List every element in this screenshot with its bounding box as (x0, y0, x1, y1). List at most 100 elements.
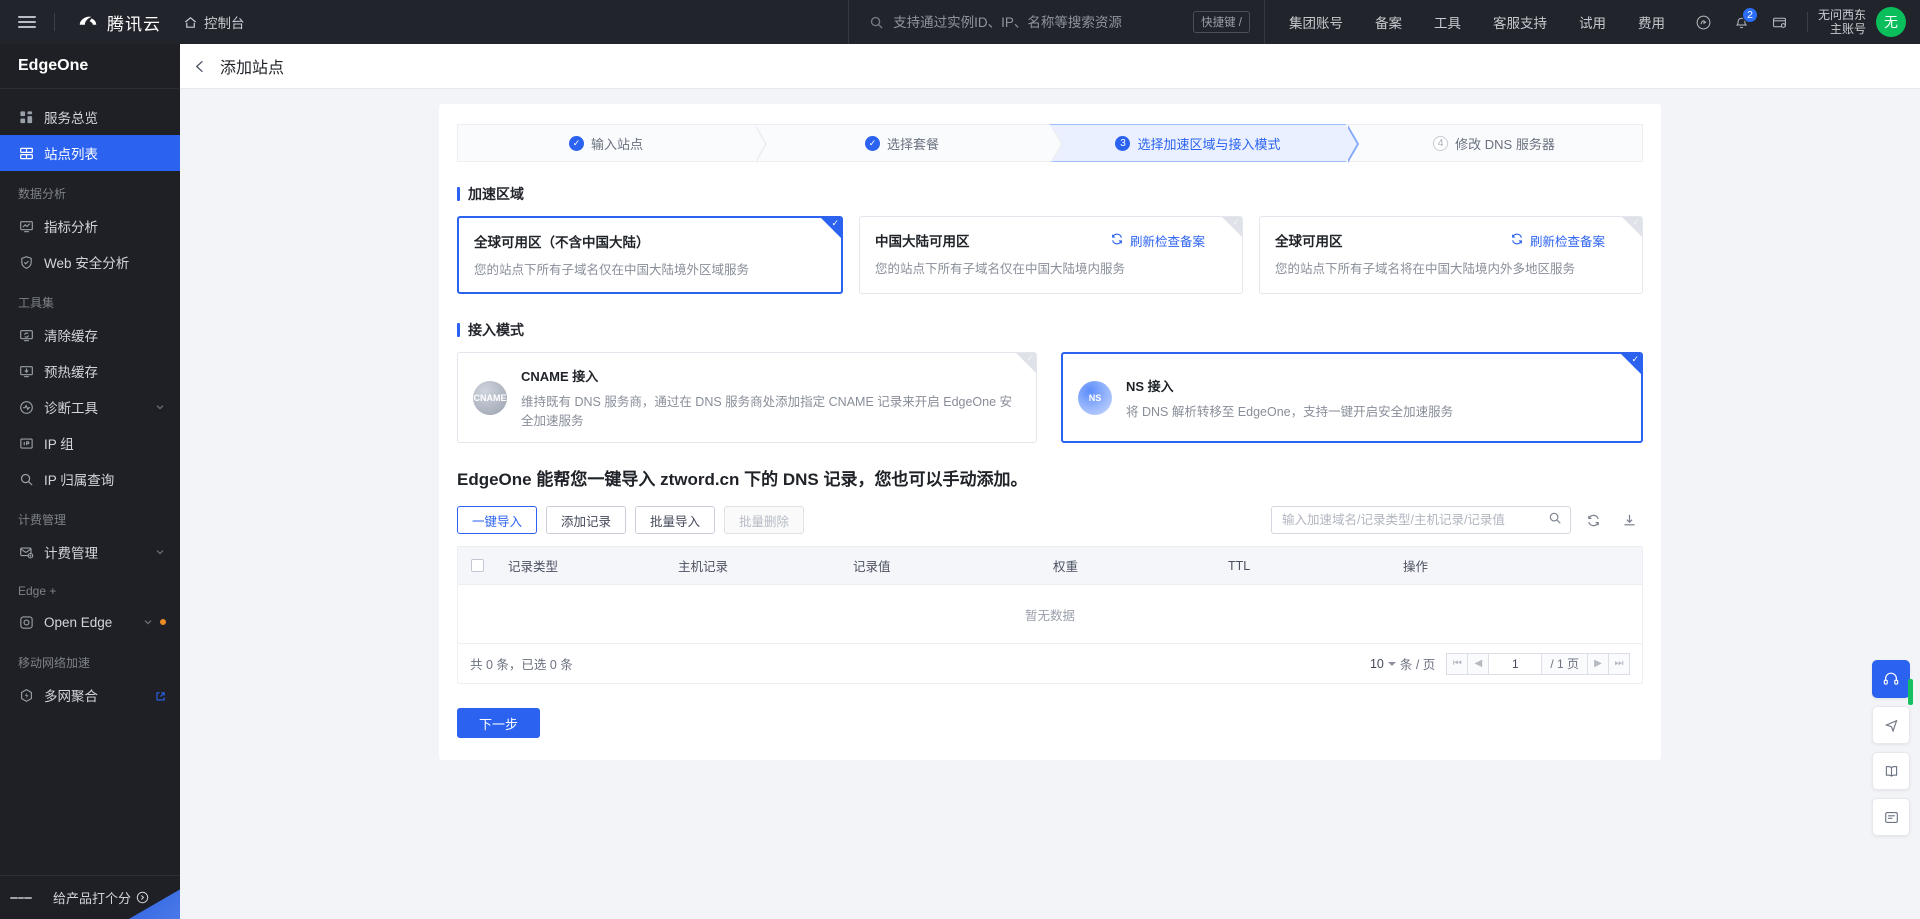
region-card-desc: 您的站点下所有子域名仅在中国大陆境外区域服务 (474, 263, 750, 277)
region-section-title: 加速区域 (457, 184, 1643, 204)
check-icon: ✓ (1026, 353, 1034, 363)
sidebar-item-service-overview[interactable]: 服务总览 (0, 99, 180, 135)
hotkey-hint[interactable]: 快捷键 / (1193, 11, 1250, 33)
refresh-icon[interactable] (1579, 506, 1607, 534)
brand-name: 腾讯云 (107, 14, 161, 34)
wizard-actions: 下一步 (457, 708, 1643, 738)
column-weight: 权重 (1053, 560, 1079, 574)
step-label: 选择套餐 (886, 136, 939, 152)
console-link[interactable]: 控制台 (173, 12, 255, 32)
docs-icon[interactable] (1872, 752, 1910, 790)
nav-tools[interactable]: 工具 (1418, 12, 1477, 32)
next-step-button[interactable]: 下一步 (457, 708, 541, 738)
refresh-icp-check-button[interactable]: 刷新检查备案 (1110, 231, 1205, 250)
global-search[interactable] (869, 14, 1189, 30)
rate-product-button[interactable]: 给产品打个分 (32, 888, 170, 907)
sidebar-item-site-list[interactable]: 站点列表 (0, 135, 180, 171)
user-menu[interactable]: 无问西东 主账号 无 (1818, 7, 1920, 37)
one-click-import-button[interactable]: 一键导入 (457, 506, 538, 534)
sidebar-item-label: 服务总览 (44, 111, 98, 126)
mode-card-ns[interactable]: ✓ NS NS 接入 将 DNS 解析转移至 EdgeOne，支持一键开启安全加… (1061, 352, 1643, 443)
add-record-button[interactable]: 添加记录 (546, 506, 627, 534)
card-settings-icon[interactable] (1763, 5, 1797, 39)
nav-support[interactable]: 客服支持 (1477, 12, 1563, 32)
step-modify-dns[interactable]: 4 修改 DNS 服务器 (1346, 124, 1643, 162)
sidebar-item-multi-network[interactable]: 多网聚合 (0, 677, 180, 713)
sidebar-group-mobile-acceleration: 移动网络加速 (18, 656, 91, 670)
prefetch-cache-icon (18, 363, 34, 379)
bell-icon[interactable]: 2 (1725, 5, 1759, 39)
dns-records-table: 记录类型 主机记录 记录值 权重 TTL 操作 暂无数据 共 0 条，已选 0 … (457, 546, 1643, 684)
current-page-input[interactable]: 1 (1488, 652, 1543, 675)
sites-icon (18, 145, 34, 161)
check-icon: ✓ (568, 135, 584, 151)
add-site-card: ✓ 输入站点 ✓ 选择套餐 3 选择加速区域与接入模式 4 修改 DNS 服务器… (439, 104, 1661, 760)
refresh-icp-label: 刷新检查备案 (1529, 234, 1605, 249)
dns-search-box[interactable] (1271, 506, 1571, 534)
sidebar-item-billing-management[interactable]: 计费管理 (0, 534, 180, 570)
ns-badge-icon: NS (1078, 380, 1112, 415)
first-page-icon[interactable]: ⏮ (1446, 652, 1469, 675)
check-icon: ✓ (864, 135, 880, 151)
download-icon[interactable] (1615, 506, 1643, 534)
mode-options: ✓ CNAME CNAME 接入 维持既有 DNS 服务商，通过在 DNS 服务… (457, 352, 1643, 443)
region-card-desc: 您的站点下所有子域名仅在中国大陆境内服务 (875, 262, 1126, 276)
region-card-global-excl-cn[interactable]: ✓ 全球可用区（不含中国大陆） 您的站点下所有子域名仅在中国大陆境外区域服务 (457, 216, 843, 294)
chevron-down-icon (154, 546, 166, 558)
step-select-plan[interactable]: ✓ 选择套餐 (754, 124, 1063, 163)
search-icon (18, 471, 34, 487)
mode-section-title: 接入模式 (457, 320, 1643, 340)
notification-badge: 2 (1741, 7, 1758, 23)
avatar[interactable]: 无 (1876, 7, 1906, 37)
mode-card-cname[interactable]: ✓ CNAME CNAME 接入 维持既有 DNS 服务商，通过在 DNS 服务… (457, 352, 1037, 443)
step-select-region-mode[interactable]: 3 选择加速区域与接入模式 (1050, 124, 1359, 163)
support-circle-icon[interactable] (1687, 5, 1721, 39)
last-page-icon[interactable]: ⏭ (1608, 652, 1630, 675)
multi-network-icon (18, 687, 34, 703)
sidebar-item-diagnostic-tools[interactable]: 诊断工具 (0, 389, 180, 425)
dns-toolbar: 一键导入 添加记录 批量导入 批量删除 (457, 506, 1643, 534)
sidebar-item-open-edge[interactable]: Open Edge (0, 604, 180, 640)
batch-import-button[interactable]: 批量导入 (635, 506, 716, 534)
headset-support-icon[interactable] (1872, 660, 1913, 705)
region-card-global[interactable]: ✓ 全球可用区 刷新检查备案 您的站点下所有子域名将在中国大陆境内外多地区服务 (1259, 216, 1643, 294)
brand-logo[interactable]: 腾讯云 (55, 10, 173, 35)
nav-trial[interactable]: 试用 (1563, 12, 1622, 32)
sidebar-list: 服务总览 站点列表 数据分析 指标分析 Web 安全分析 工具集 清除缓存 预热… (0, 89, 180, 713)
dashboard-icon (18, 109, 34, 125)
nav-group-account[interactable]: 集团账号 (1273, 12, 1359, 32)
sidebar-item-metrics[interactable]: 指标分析 (0, 208, 180, 244)
back-arrow-icon[interactable] (180, 44, 220, 89)
page-size-select[interactable]: 10 (1370, 657, 1396, 671)
arrow-right-circle-icon (136, 891, 149, 904)
shield-icon (18, 254, 34, 270)
sidebar-item-ip-lookup[interactable]: IP 归属查询 (0, 461, 180, 497)
dns-import-headline: EdgeOne 能帮您一键导入 ztword.cn 下的 DNS 记录，您也可以… (457, 470, 1028, 489)
nav-billing[interactable]: 费用 (1622, 12, 1681, 32)
dns-search-input[interactable] (1282, 513, 1548, 527)
hamburger-icon[interactable] (0, 0, 54, 44)
sidebar-item-label: 诊断工具 (44, 401, 98, 416)
sidebar-item-purge-cache[interactable]: 清除缓存 (0, 317, 180, 353)
region-card-chinese-mainland[interactable]: ✓ 中国大陆可用区 刷新检查备案 您的站点下所有子域名仅在中国大陆境内服务 (859, 216, 1243, 294)
sidebar-item-label: 站点列表 (44, 147, 98, 162)
sidebar-item-web-security[interactable]: Web 安全分析 (0, 244, 180, 280)
table-header-row: 记录类型 主机记录 记录值 权重 TTL 操作 (458, 547, 1642, 585)
feedback-icon[interactable] (1872, 798, 1910, 836)
collapse-sidebar-icon[interactable] (10, 894, 33, 902)
sidebar-item-label: Web 安全分析 (44, 256, 130, 271)
sidebar-item-ip-group[interactable]: IP 组 (0, 425, 180, 461)
select-all-checkbox[interactable] (458, 559, 496, 572)
step-input-site[interactable]: ✓ 输入站点 (457, 124, 767, 163)
search-icon[interactable] (1548, 511, 1562, 530)
region-card-desc: 您的站点下所有子域名将在中国大陆境内外多地区服务 (1275, 262, 1576, 276)
share-icon[interactable] (1872, 706, 1910, 744)
next-page-icon[interactable]: ▶ (1587, 652, 1609, 675)
console-label: 控制台 (204, 16, 245, 31)
nav-icp-filing[interactable]: 备案 (1359, 12, 1418, 32)
global-search-input[interactable] (893, 14, 1154, 30)
sidebar-item-prefetch-cache[interactable]: 预热缓存 (0, 353, 180, 389)
prev-page-icon[interactable]: ◀ (1467, 652, 1490, 675)
refresh-icp-check-button[interactable]: 刷新检查备案 (1510, 231, 1605, 250)
new-indicator-dot (160, 619, 166, 625)
